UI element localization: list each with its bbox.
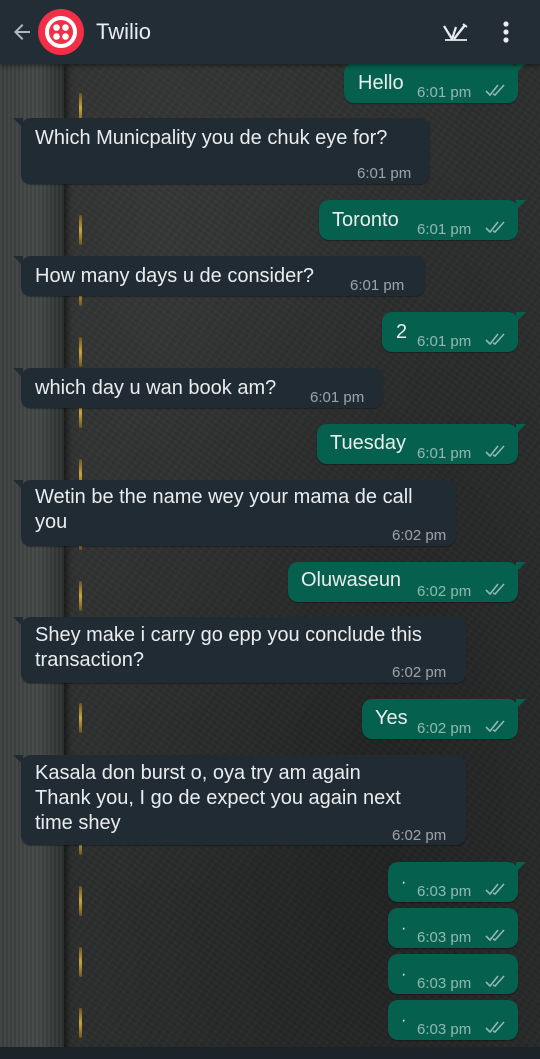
message-timestamp: 6:02 pm bbox=[392, 827, 447, 844]
stitch-mark bbox=[79, 947, 82, 977]
stitch-mark bbox=[79, 886, 82, 916]
read-receipt-icon bbox=[485, 445, 505, 458]
stitch-mark bbox=[79, 703, 82, 733]
read-receipt-icon bbox=[485, 720, 505, 733]
chat-header: Twilio bbox=[0, 0, 540, 64]
input-bar-edge bbox=[0, 1047, 540, 1059]
message-timestamp: 6:01 pm bbox=[357, 165, 412, 182]
outgoing-message[interactable]: · 6:03 pm bbox=[388, 954, 518, 994]
incoming-message[interactable]: Wetin be the name wey your mama de call … bbox=[13, 480, 456, 546]
stitch-mark bbox=[79, 215, 82, 245]
message-timestamp: 6:02 pm bbox=[417, 720, 472, 737]
message-timestamp: 6:01 pm bbox=[417, 333, 472, 350]
outgoing-message[interactable]: Oluwaseun 6:02 pm bbox=[288, 562, 526, 602]
message-timestamp: 6:01 pm bbox=[350, 277, 405, 294]
incoming-message[interactable]: Shey make i carry go epp you conclude th… bbox=[13, 617, 466, 683]
message-text: · bbox=[401, 874, 407, 891]
stitch-mark bbox=[79, 581, 82, 611]
message-timestamp: 6:02 pm bbox=[392, 527, 447, 544]
more-options-button[interactable] bbox=[486, 12, 526, 52]
arrow-left-icon bbox=[14, 24, 30, 40]
message-text: Shey make i carry go epp you conclude th… bbox=[35, 624, 422, 671]
stitch-mark bbox=[79, 1008, 82, 1038]
outgoing-message[interactable]: 2 6:01 pm bbox=[382, 312, 526, 352]
back-button[interactable] bbox=[0, 0, 40, 64]
read-receipt-icon bbox=[485, 333, 505, 346]
message-timestamp: 6:01 pm bbox=[310, 389, 365, 406]
message-text: Which Municpality you de chuk eye for? bbox=[35, 127, 388, 149]
read-receipt-icon bbox=[485, 84, 505, 97]
outgoing-message[interactable]: Tuesday 6:01 pm bbox=[317, 424, 526, 464]
message-text: Oluwaseun bbox=[301, 569, 402, 591]
read-receipt-icon bbox=[485, 1021, 505, 1034]
message-timestamp: 6:03 pm bbox=[417, 975, 472, 992]
message-timestamp: 6:03 pm bbox=[417, 929, 472, 946]
outgoing-message[interactable]: · 6:03 pm bbox=[388, 862, 526, 902]
twilio-logo-icon bbox=[45, 16, 77, 48]
contact-avatar[interactable] bbox=[38, 9, 84, 55]
message-text: Hello bbox=[358, 72, 404, 94]
outgoing-message[interactable]: · 6:03 pm bbox=[388, 1000, 518, 1040]
message-timestamp: 6:03 pm bbox=[417, 883, 472, 900]
outgoing-message[interactable]: Toronto 6:01 pm bbox=[319, 200, 526, 240]
read-receipt-icon bbox=[485, 883, 505, 896]
incoming-message[interactable]: Kasala don burst o, oya try am again Tha… bbox=[13, 755, 466, 845]
message-text: 2 bbox=[396, 321, 408, 343]
video-pen-button[interactable] bbox=[436, 12, 476, 52]
read-receipt-icon bbox=[485, 583, 505, 596]
incoming-message[interactable]: Which Municpality you de chuk eye for? 6:… bbox=[13, 118, 430, 184]
message-text: Wetin be the name wey your mama de call … bbox=[35, 486, 413, 533]
message-text: · bbox=[401, 920, 407, 937]
message-timestamp: 6:02 pm bbox=[392, 664, 447, 681]
stitch-mark bbox=[79, 337, 82, 367]
message-text: which day u wan book am? bbox=[35, 377, 277, 399]
outgoing-message[interactable]: · 6:03 pm bbox=[388, 908, 518, 948]
message-timestamp: 6:03 pm bbox=[417, 1021, 472, 1038]
incoming-message[interactable]: which day u wan book am? 6:01 pm bbox=[13, 368, 383, 408]
message-timestamp: 6:01 pm bbox=[417, 445, 472, 462]
message-text: Yes bbox=[375, 707, 408, 729]
incoming-message[interactable]: How many days u de consider? 6:01 pm bbox=[13, 256, 425, 296]
message-text: · bbox=[401, 1012, 407, 1029]
read-receipt-icon bbox=[485, 221, 505, 234]
outgoing-message[interactable]: Hello 6:01 pm bbox=[344, 63, 526, 103]
more-vert-icon bbox=[503, 21, 509, 43]
message-timestamp: 6:01 pm bbox=[417, 221, 472, 238]
read-receipt-icon bbox=[485, 975, 505, 988]
message-text: How many days u de consider? bbox=[35, 265, 315, 287]
message-timestamp: 6:01 pm bbox=[417, 84, 472, 101]
message-timestamp: 6:02 pm bbox=[417, 583, 472, 600]
wallpaper-leather-strip bbox=[0, 64, 64, 1059]
read-receipt-icon bbox=[485, 929, 505, 942]
message-text: Tuesday bbox=[330, 432, 406, 454]
message-text: · bbox=[401, 966, 407, 983]
message-text: Kasala don burst o, oya try am again Tha… bbox=[35, 762, 401, 834]
outgoing-message[interactable]: Yes 6:02 pm bbox=[362, 699, 526, 739]
message-text: Toronto bbox=[332, 209, 399, 231]
video-pen-icon bbox=[443, 23, 468, 41]
contact-name[interactable]: Twilio bbox=[96, 19, 426, 45]
